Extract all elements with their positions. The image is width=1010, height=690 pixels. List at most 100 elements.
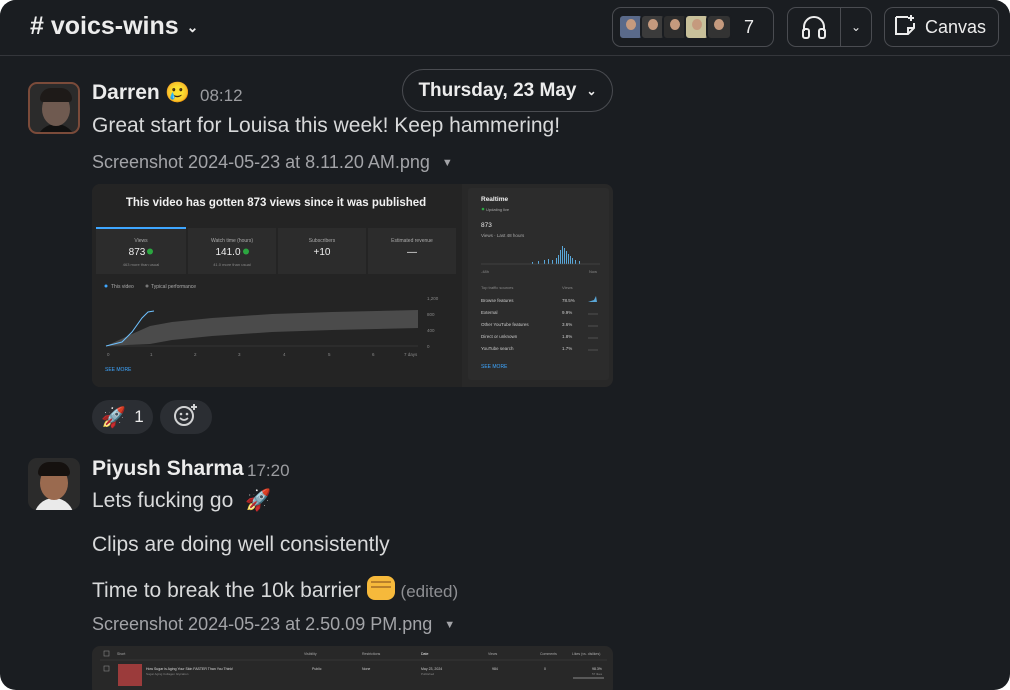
chevron-down-icon: ⌄ [586, 83, 597, 98]
table-header: Visibility [304, 652, 317, 656]
channel-name: # voics-wins [30, 12, 179, 40]
card-value: 141.0 [215, 247, 240, 258]
source-pct: 9.9% [562, 310, 572, 315]
message-text: Lets fucking go 🚀 [92, 489, 271, 513]
card-label: Watch time (hours) [211, 238, 253, 244]
realtime-axis-start: -48h [481, 269, 489, 274]
source-pct: 3.6% [562, 322, 572, 327]
card-note: 41.0 more than usual [213, 262, 251, 267]
table-cell: 0 [544, 667, 546, 671]
card-value: +10 [314, 247, 331, 258]
channel-header: # voics-wins ⌄ 7 ⌄ Canvas [0, 0, 1010, 56]
rocket-icon: 🚀 [245, 489, 272, 512]
message-timestamp[interactable]: 17:20 [247, 461, 290, 481]
table-header: Short [117, 652, 125, 656]
add-reaction-icon [173, 403, 199, 432]
shorts-table-screenshot[interactable]: Short Visibility Restrictions Date Views… [92, 646, 613, 690]
chevron-down-icon: ⌄ [186, 19, 199, 35]
source-pct: 78.5% [562, 298, 575, 303]
status-emoji[interactable]: 🥲 [165, 80, 190, 105]
card-note: 463 more than usual [123, 262, 160, 267]
table-cell: 57 likes [592, 672, 603, 676]
author-name[interactable]: Darren [92, 81, 160, 105]
table-cell: None [362, 667, 370, 671]
table-cell: Published [421, 672, 435, 676]
legend-item: Typical performance [151, 284, 196, 290]
message-text: Clips are doing well consistently [92, 533, 390, 556]
card-label: Subscribers [309, 238, 336, 244]
member-avatar [706, 14, 732, 40]
members-button[interactable]: 7 [612, 7, 774, 47]
table-cell: Public [312, 667, 322, 671]
reaction-rocket[interactable]: 🚀 1 [92, 400, 153, 434]
caret-down-icon[interactable]: ▼ [442, 157, 453, 169]
source-pct: 1.8% [562, 334, 572, 339]
avatar[interactable] [28, 82, 80, 134]
card-value: — [407, 247, 417, 258]
table-header: Restrictions [362, 652, 381, 656]
source-name: External [481, 310, 498, 315]
table-cell: 984 [492, 667, 498, 671]
date-divider-button[interactable]: Thursday, 23 May ⌄ [402, 69, 613, 112]
channel-name-button[interactable]: # voics-wins ⌄ [30, 12, 198, 41]
card-label: Estimated revenue [391, 238, 433, 244]
fist-icon [366, 576, 395, 600]
source-name: YouTube search [481, 346, 514, 351]
caret-down-icon[interactable]: ▼ [444, 619, 455, 631]
headphones-icon[interactable] [788, 15, 840, 39]
table-cell: May 23, 2024 [421, 667, 442, 671]
legend-item: This video [111, 284, 134, 290]
table-cell: Sugar Aging Collagen Glycation [146, 672, 189, 676]
canvas-icon [893, 13, 917, 42]
realtime-value: 873 [481, 222, 492, 229]
table-header: Likes (vs. dislikes) [572, 652, 600, 656]
analytics-screenshot[interactable]: This video has gotten 873 views since it… [92, 184, 613, 387]
attachment-filename: Screenshot 2024-05-23 at 8.11.20 AM.png [92, 152, 430, 172]
source-name: Browse features [481, 298, 514, 303]
edited-label: (edited) [400, 582, 459, 601]
y-tick: 400 [427, 328, 435, 333]
add-reaction-button[interactable] [160, 400, 212, 434]
realtime-status: Updating live [486, 207, 510, 212]
realtime-axis-end: Now [589, 269, 597, 274]
reaction-count: 1 [134, 407, 144, 426]
author-name[interactable]: Piyush Sharma [92, 457, 244, 481]
message-line: Time to break the 10k barrier [92, 579, 361, 602]
table-header: Comments [540, 652, 557, 656]
source-pct: 1.7% [562, 346, 572, 351]
see-more-link: SEE MORE [105, 367, 132, 373]
canvas-label: Canvas [925, 16, 987, 37]
sources-views-header: Views [562, 285, 573, 290]
attachment-name[interactable]: Screenshot 2024-05-23 at 2.50.09 PM.png … [92, 614, 455, 635]
app-frame: # voics-wins ⌄ 7 ⌄ Canvas Thursday, 23 M… [0, 0, 1010, 690]
table-cell: 98.3% [592, 667, 602, 671]
realtime-range: Views · Last 48 hours [481, 233, 525, 238]
sources-header: Top traffic sources [481, 285, 513, 290]
message-line: Lets fucking go [92, 489, 234, 512]
y-tick: 800 [427, 312, 435, 317]
message-text: Time to break the 10k barrier (edited) [92, 576, 458, 603]
message-text: Great start for Louisa this week! Keep h… [92, 114, 561, 137]
source-name: Other YouTube features [481, 322, 529, 327]
rocket-icon: 🚀 [101, 406, 127, 429]
message-timestamp[interactable]: 08:12 [200, 86, 243, 106]
attachment-name[interactable]: Screenshot 2024-05-23 at 8.11.20 AM.png … [92, 152, 453, 173]
member-count: 7 [744, 16, 755, 37]
canvas-button[interactable]: Canvas [884, 7, 999, 47]
realtime-see-more: SEE MORE [481, 364, 508, 370]
analytics-headline: This video has gotten 873 views since it… [126, 197, 426, 209]
source-name: Direct or unknown [481, 334, 518, 339]
table-header: Views [488, 652, 498, 656]
table-cell: How Sugar is Aging Your Skin FASTER Than… [146, 667, 233, 671]
card-label: Views [134, 238, 148, 244]
x-tick: 7 days [404, 352, 418, 357]
card-value: 873 [129, 247, 146, 258]
y-tick: 1,200 [427, 296, 439, 301]
realtime-title: Realtime [481, 196, 508, 203]
huddle-button[interactable]: ⌄ [787, 7, 872, 47]
table-header: Date [421, 652, 428, 656]
avatar[interactable] [28, 458, 80, 510]
date-label: Thursday, 23 May [418, 79, 577, 101]
chevron-down-icon[interactable]: ⌄ [841, 20, 871, 34]
attachment-filename: Screenshot 2024-05-23 at 2.50.09 PM.png [92, 614, 433, 634]
